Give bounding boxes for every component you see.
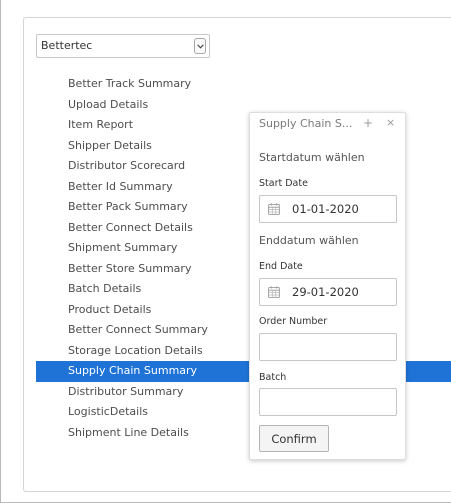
report-page: Bettertec Better Track Summary Upload Det…: [0, 0, 451, 503]
chevron-down-icon[interactable]: [194, 38, 206, 54]
close-icon[interactable]: ×: [386, 116, 395, 129]
company-select-value: Bettertec: [41, 39, 93, 52]
calendar-icon: [268, 286, 280, 298]
plus-icon[interactable]: +: [363, 116, 373, 130]
dialog-title: Supply Chain S...: [259, 117, 353, 130]
end-date-input[interactable]: 29-01-2020: [259, 278, 397, 306]
start-date-value: 01-01-2020: [292, 202, 359, 216]
start-date-section-title: Startdatum wählen: [259, 151, 365, 164]
report-parameters-dialog: Supply Chain S... + × Startdatum wählen …: [249, 112, 406, 460]
order-number-input[interactable]: [259, 333, 397, 361]
calendar-icon: [268, 203, 280, 215]
start-date-input[interactable]: 01-01-2020: [259, 195, 397, 223]
order-number-label: Order Number: [259, 316, 328, 327]
report-list-item[interactable]: Better Track Summary: [36, 74, 451, 95]
end-date-section-title: Enddatum wählen: [259, 234, 359, 247]
end-date-value: 29-01-2020: [292, 285, 359, 299]
company-select[interactable]: Bettertec: [36, 34, 210, 58]
confirm-button[interactable]: Confirm: [259, 425, 329, 452]
batch-input[interactable]: [259, 388, 397, 416]
start-date-label: Start Date: [259, 178, 308, 189]
batch-label: Batch: [259, 372, 287, 383]
end-date-label: End Date: [259, 261, 303, 272]
